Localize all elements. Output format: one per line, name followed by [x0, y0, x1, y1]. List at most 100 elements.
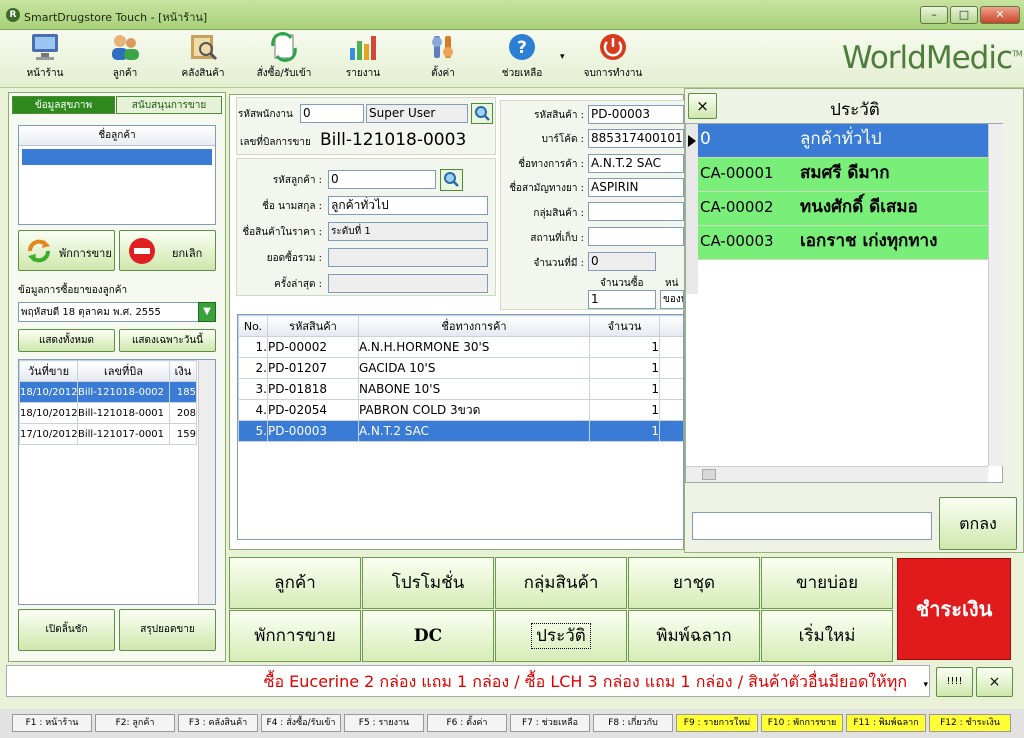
purchase-info-label: ข้อมูลการซื้อยาของลูกค้า — [18, 285, 128, 296]
fkey-f5[interactable]: F5 : รายงาน — [344, 714, 424, 732]
history-button[interactable]: ประวัติ — [495, 610, 627, 662]
item-row[interactable]: 3. PD-01818 NABONE 10'S 1 — [238, 378, 683, 400]
toolbar-exit-button[interactable]: จบการทำงาน — [578, 32, 648, 86]
fkey-f2[interactable]: F2: ลูกค้า — [95, 714, 175, 732]
marquee-close-button[interactable]: × — [976, 667, 1013, 697]
open-drawer-button[interactable]: เปิดลิ้นชัก — [18, 609, 115, 651]
sales-summary-button[interactable]: สรุปยอดขาย — [119, 609, 216, 651]
generic-name-field[interactable]: ASPIRIN — [588, 178, 684, 197]
customer-list[interactable]: ชื่อลูกค้า — [18, 125, 216, 225]
restart-button[interactable]: เริ่มใหม่ — [761, 610, 893, 662]
customer-name-field[interactable]: ลูกค้าทั่วไป — [328, 196, 488, 215]
item-name: NABONE 10'S — [358, 378, 590, 400]
show-today-button[interactable]: แสดงเฉพาะวันนี้ — [119, 329, 216, 352]
bill-date: 18/10/2012 — [19, 381, 78, 403]
toolbar-label: ตั้งค่า — [431, 68, 455, 79]
history-row[interactable]: CA-00001 สมศรี ดีมาก — [698, 158, 1001, 192]
history-code: CA-00003 — [700, 232, 774, 250]
product-group-label: กลุ่มสินค้า : — [533, 208, 584, 219]
cancel-button[interactable]: ยกเลิก — [119, 230, 216, 271]
item-row-selected[interactable]: 5. PD-00003 A.N.T.2 SAC 1 — [238, 420, 683, 442]
toolbar-settings-button[interactable]: ตั้งค่า — [420, 32, 466, 86]
qty-label: จำนวนซื้อ — [600, 278, 644, 289]
print-label-button[interactable]: พิมพ์ฉลาก — [628, 610, 760, 662]
item-row[interactable]: 2. PD-01207 GACIDA 10'S 1 — [238, 357, 683, 379]
history-vscrollbar[interactable] — [988, 124, 1003, 466]
fkey-f6[interactable]: F6 : ตั้งค่า — [427, 714, 507, 732]
fkey-f3[interactable]: F3 : คลังสินค้า — [178, 714, 258, 732]
product-code-field[interactable]: PD-00003 — [588, 105, 684, 124]
toolbar-customer-button[interactable]: ลูกค้า — [100, 32, 150, 86]
product-group-button[interactable]: กลุ่มสินค้า — [495, 557, 627, 609]
close-history-button[interactable]: × — [688, 93, 717, 119]
maximize-button[interactable]: □ — [950, 6, 978, 24]
pay-button[interactable]: ชำระเงิน — [897, 558, 1011, 660]
unit-field[interactable]: ของห — [660, 290, 684, 309]
fkey-f1[interactable]: F1 : หน้าร้าน — [12, 714, 92, 732]
qty-field[interactable]: 1 — [588, 290, 656, 309]
bill-row[interactable]: 18/10/2012 Bill-121018-0002 185 — [19, 381, 197, 403]
help-dropdown-icon[interactable]: ▾ — [560, 52, 565, 62]
customer-button[interactable]: ลูกค้า — [229, 557, 361, 609]
hold-sale-button[interactable]: พักการขาย — [18, 230, 115, 271]
show-all-button[interactable]: แสดงทั้งหมด — [18, 329, 115, 352]
fkey-f11[interactable]: F11 : พิมพ์ฉลาก — [846, 714, 926, 732]
toolbar-help-button[interactable]: ? ช่วยเหลือ — [498, 32, 546, 86]
fkey-f4[interactable]: F4 : สั่งซื้อ/รับเข้า — [261, 714, 341, 732]
barcode-field[interactable]: 8853174001012 — [588, 129, 684, 148]
item-no: 1. — [238, 336, 268, 358]
employee-code-field[interactable]: 0 — [300, 104, 364, 123]
history-list: 0 ลูกค้าทั่วไป CA-00001 สมศรี ดีมาก CA-000… — [685, 123, 1003, 483]
toolbar-storefront-button[interactable]: หน้าร้าน — [20, 32, 70, 86]
history-row[interactable]: CA-00003 เอกราช เก่งทุกทาง — [698, 226, 1001, 260]
history-name: ลูกค้าทั่วไป — [800, 129, 882, 149]
search-customer-button[interactable] — [440, 169, 463, 191]
toolbar-report-button[interactable]: รายงาน — [340, 32, 386, 86]
ok-button[interactable]: ตกลง — [939, 497, 1017, 550]
fkey-f8[interactable]: F8 : เกี่ยวกับ — [593, 714, 673, 732]
toolbar-label: ลูกค้า — [112, 68, 138, 79]
item-row[interactable]: 4. PD-02054 PABRON COLD 3ขวด 1 — [238, 399, 683, 421]
item-row[interactable]: 1. PD-00002 A.N.H.HORMONE 30'S 1 — [238, 336, 683, 358]
fkey-f12[interactable]: F12 : ชำระเงิน — [929, 714, 1011, 732]
fkey-f9[interactable]: F9 : รายการใหม่ — [676, 714, 758, 732]
row-selector-column — [686, 124, 698, 294]
history-search-input[interactable] — [692, 512, 932, 540]
fkey-f7[interactable]: F7 : ช่วยเหลือ — [510, 714, 590, 732]
item-code: PD-01818 — [267, 378, 359, 400]
toolbar-order-button[interactable]: สั่งซื้อ/รับเข้า — [252, 32, 316, 86]
search-employee-button[interactable] — [471, 103, 493, 124]
date-select[interactable]: พฤหัสบดี 18 ตุลาคม พ.ศ. 2555 — [18, 302, 200, 322]
storage-field[interactable] — [588, 227, 684, 246]
trade-name-field[interactable]: A.N.T.2 SAC — [588, 154, 684, 173]
bill-no-label: เลขที่บิลการขาย — [240, 137, 311, 148]
hold-sale-action-button[interactable]: พักการขาย — [229, 610, 361, 662]
drug-set-button[interactable]: ยาชุด — [628, 557, 760, 609]
history-hscrollbar[interactable] — [686, 466, 988, 482]
customer-list-selected-row[interactable] — [22, 149, 212, 165]
marquee-settings-button[interactable]: !!!! — [936, 667, 973, 697]
search-icon — [475, 106, 490, 121]
bill-list-scrollbar[interactable] — [198, 360, 215, 604]
customer-code-field[interactable]: 0 — [328, 170, 436, 189]
title-bar: R SmartDrugstore Touch - [หน้าร้าน] – □ … — [0, 0, 1024, 30]
tab-sales-support[interactable]: สนับสนุนการขาย — [116, 96, 222, 114]
bill-row[interactable]: 18/10/2012 Bill-121018-0001 208 — [19, 402, 197, 424]
product-group-field[interactable] — [588, 202, 684, 221]
promotion-button[interactable]: โปรโมชั่น — [362, 557, 494, 609]
dc-button[interactable]: DC — [362, 610, 494, 662]
chevron-down-icon[interactable]: ▼ — [198, 302, 216, 322]
minimize-button[interactable]: – — [920, 6, 948, 24]
tab-health-info[interactable]: ข้อมูลสุขภาพ — [12, 96, 115, 114]
bill-no: Bill-121018-0002 — [77, 381, 170, 403]
fkey-f10[interactable]: F10 : พักการขาย — [761, 714, 843, 732]
toolbar-label: ช่วยเหลือ — [501, 68, 543, 79]
toolbar-warehouse-button[interactable]: คลังสินค้า — [175, 32, 231, 86]
close-window-button[interactable]: ✕ — [980, 6, 1020, 24]
history-code: 0 — [700, 129, 711, 149]
marquee-dropdown-icon[interactable]: ▾ — [923, 680, 928, 690]
history-row[interactable]: 0 ลูกค้าทั่วไป — [698, 124, 1001, 158]
bill-row[interactable]: 17/10/2012 Bill-121017-0001 159 — [19, 423, 197, 445]
frequent-sale-button[interactable]: ขายบ่อย — [761, 557, 893, 609]
history-row[interactable]: CA-00002 ทนงศักดิ์ ดีเสมอ — [698, 192, 1001, 226]
